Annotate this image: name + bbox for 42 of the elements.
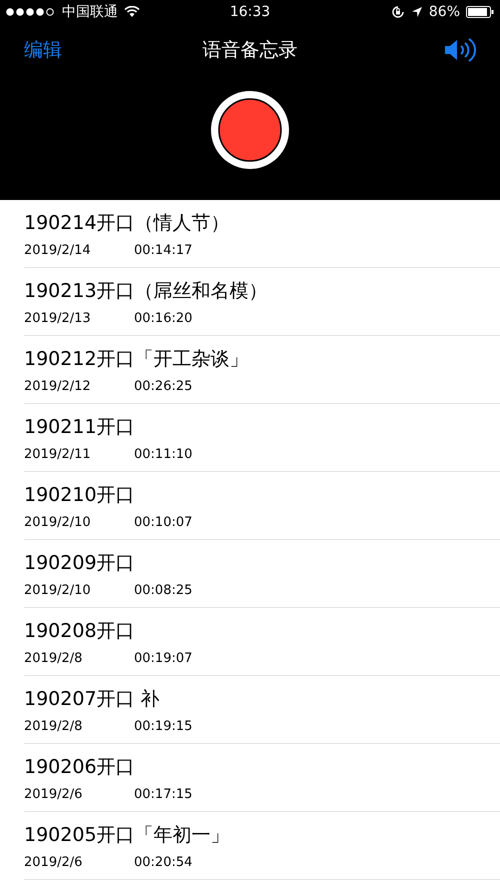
recording-title[interactable]: 190214开口（情人节） bbox=[24, 210, 500, 236]
recording-title[interactable]: 190207开口 补 bbox=[24, 686, 500, 712]
recording-date: 2019/2/8 bbox=[24, 718, 84, 734]
recording-duration: 00:26:25 bbox=[134, 378, 192, 394]
recording-title[interactable]: 190209开口 bbox=[24, 550, 500, 576]
recording-title[interactable]: 190211开口 bbox=[24, 414, 500, 440]
recording-date: 2019/2/10 bbox=[24, 582, 92, 598]
signal-icon bbox=[6, 8, 56, 16]
recording-date: 2019/2/8 bbox=[24, 650, 84, 666]
recording-date: 2019/2/11 bbox=[24, 446, 92, 462]
edit-button[interactable]: 编辑 bbox=[24, 37, 62, 63]
speaker-icon[interactable] bbox=[444, 37, 476, 63]
battery-icon bbox=[466, 6, 494, 18]
recording-duration: 00:14:17 bbox=[134, 242, 192, 258]
recording-title[interactable]: 190210开口 bbox=[24, 482, 500, 508]
recording-duration: 00:19:15 bbox=[134, 718, 192, 734]
battery-percent: 86% bbox=[428, 4, 460, 20]
recording-title[interactable]: 190213开口（屌丝和名模） bbox=[24, 278, 500, 304]
recording-date: 2019/2/14 bbox=[24, 242, 92, 258]
recording-date: 2019/2/6 bbox=[24, 786, 84, 802]
recording-title[interactable]: 190206开口 bbox=[24, 754, 500, 780]
recording-title[interactable]: 190212开口「开工杂谈」 bbox=[24, 346, 500, 372]
recording-duration: 00:20:54 bbox=[134, 854, 192, 870]
recording-duration: 00:16:20 bbox=[134, 310, 192, 326]
recording-date: 2019/2/10 bbox=[24, 514, 92, 530]
recording-duration: 00:11:10 bbox=[134, 446, 192, 462]
recording-duration: 00:17:15 bbox=[134, 786, 192, 802]
page-title: 语音备忘录 bbox=[202, 38, 298, 63]
clock-time: 16:33 bbox=[230, 4, 270, 20]
recording-title[interactable]: 190205开口「年初一」 bbox=[24, 822, 500, 848]
recording-date: 2019/2/6 bbox=[24, 854, 84, 870]
rotation-lock-icon bbox=[390, 5, 405, 19]
carrier-name: 中国联通 bbox=[62, 3, 118, 21]
recording-date: 2019/2/12 bbox=[24, 378, 92, 394]
record-button[interactable] bbox=[210, 90, 290, 170]
recording-title[interactable]: 190208开口 bbox=[24, 618, 500, 644]
recording-date: 2019/2/13 bbox=[24, 310, 92, 326]
wifi-icon bbox=[124, 6, 140, 18]
recording-duration: 00:08:25 bbox=[134, 582, 192, 598]
recording-duration: 00:10:07 bbox=[134, 514, 192, 530]
location-arrow-icon bbox=[410, 6, 423, 18]
recording-duration: 00:19:07 bbox=[134, 650, 192, 666]
